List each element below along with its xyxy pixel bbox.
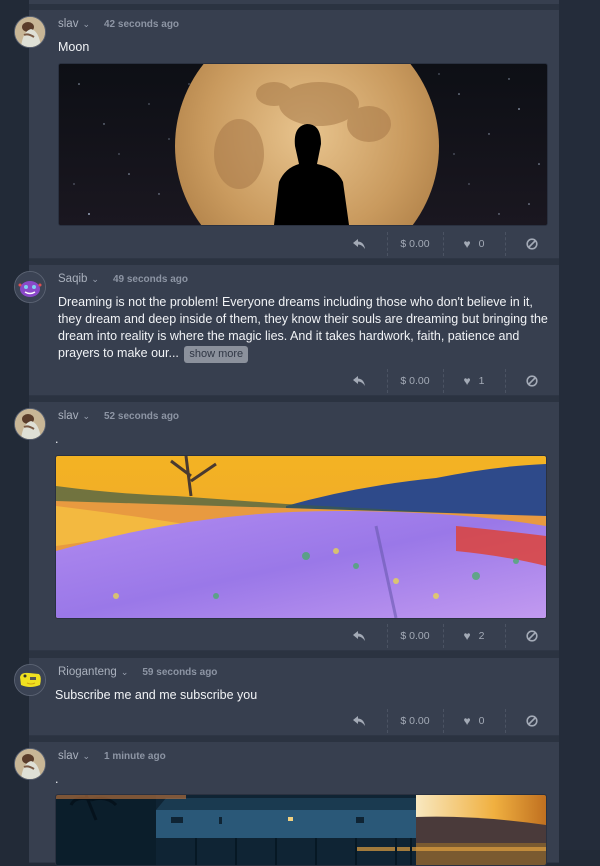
reply-icon xyxy=(353,631,365,641)
avatar[interactable] xyxy=(14,748,46,780)
block-icon xyxy=(526,630,538,642)
right-gutter xyxy=(559,0,600,850)
username-link[interactable]: slav xyxy=(58,750,78,762)
heart-icon: ♥ xyxy=(463,629,471,643)
chevron-down-icon[interactable]: ⌄ xyxy=(82,751,90,762)
chevron-down-icon[interactable]: ⌄ xyxy=(91,274,99,285)
timestamp: 52 seconds ago xyxy=(104,410,180,422)
avatar[interactable] xyxy=(14,271,46,303)
reply-button[interactable] xyxy=(334,707,384,735)
heart-icon: ♥ xyxy=(463,714,471,728)
avatar[interactable] xyxy=(14,16,46,48)
block-button[interactable] xyxy=(505,230,559,258)
reply-icon xyxy=(353,376,365,386)
post-meta: slav ⌄ 42 seconds ago xyxy=(58,18,179,30)
post-meta: Rioganteng ⌄ 59 seconds ago xyxy=(58,666,217,678)
post-text: . xyxy=(55,772,59,786)
post-meta: Saqib ⌄ 49 seconds ago xyxy=(58,273,188,285)
post-item: Rioganteng ⌄ 59 seconds ago Subscribe me… xyxy=(14,658,559,736)
post-text: Dreaming is not the problem! Everyone dr… xyxy=(58,294,548,363)
post-meta: slav ⌄ 52 seconds ago xyxy=(58,410,179,422)
post-item: slav ⌄ 1 minute ago . xyxy=(14,742,559,866)
username-link[interactable]: slav xyxy=(58,18,78,30)
chevron-down-icon[interactable]: ⌄ xyxy=(121,667,129,678)
block-button[interactable] xyxy=(505,707,559,735)
username-link[interactable]: Rioganteng xyxy=(58,666,117,678)
post-text: . xyxy=(55,432,59,446)
post-text: Subscribe me and me subscribe you xyxy=(55,688,258,702)
block-icon xyxy=(526,715,538,727)
timestamp: 59 seconds ago xyxy=(142,666,218,678)
post-actions: $ 0.00 ♥ 0 xyxy=(29,707,559,735)
post-actions: $ 0.00 ♥ 2 xyxy=(29,622,559,650)
reply-button[interactable] xyxy=(334,622,384,650)
heart-icon: ♥ xyxy=(463,237,471,251)
reply-button[interactable] xyxy=(334,230,384,258)
block-button[interactable] xyxy=(505,367,559,395)
like-count: 0 xyxy=(478,238,485,250)
post-image[interactable] xyxy=(58,63,548,226)
timestamp: 42 seconds ago xyxy=(104,18,180,30)
chevron-down-icon[interactable]: ⌄ xyxy=(82,411,90,422)
chevron-down-icon[interactable]: ⌄ xyxy=(82,19,90,30)
reply-button[interactable] xyxy=(334,367,384,395)
previous-post-end xyxy=(29,0,559,4)
post-item: slav ⌄ 52 seconds ago . $ 0.00 ♥ 2 xyxy=(14,402,559,651)
like-count: 1 xyxy=(478,375,485,387)
post-item: Saqib ⌄ 49 seconds ago Dreaming is not t… xyxy=(14,265,559,396)
avatar[interactable] xyxy=(14,408,46,440)
like-count: 0 xyxy=(478,715,485,727)
like-button[interactable]: ♥ 0 xyxy=(443,707,505,735)
like-button[interactable]: ♥ 0 xyxy=(443,230,505,258)
tip-amount[interactable]: $ 0.00 xyxy=(387,367,443,395)
post-actions: $ 0.00 ♥ 1 xyxy=(29,367,559,395)
show-more-button[interactable]: show more xyxy=(184,346,249,363)
tip-amount[interactable]: $ 0.00 xyxy=(387,707,443,735)
username-link[interactable]: Saqib xyxy=(58,273,87,285)
like-count: 2 xyxy=(478,630,485,642)
reply-icon xyxy=(353,716,365,726)
post-image[interactable] xyxy=(55,794,547,866)
post-actions: $ 0.00 ♥ 0 xyxy=(29,230,559,258)
post-meta: slav ⌄ 1 minute ago xyxy=(58,750,166,762)
tip-amount[interactable]: $ 0.00 xyxy=(387,230,443,258)
timestamp: 1 minute ago xyxy=(104,750,166,762)
block-icon xyxy=(526,238,538,250)
reply-icon xyxy=(353,239,365,249)
block-button[interactable] xyxy=(505,622,559,650)
post-text: Moon xyxy=(58,40,90,54)
username-link[interactable]: slav xyxy=(58,410,78,422)
tip-amount[interactable]: $ 0.00 xyxy=(387,622,443,650)
like-button[interactable]: ♥ 2 xyxy=(443,622,505,650)
heart-icon: ♥ xyxy=(463,374,471,388)
like-button[interactable]: ♥ 1 xyxy=(443,367,505,395)
avatar[interactable] xyxy=(14,664,46,696)
timestamp: 49 seconds ago xyxy=(112,273,188,285)
block-icon xyxy=(526,375,538,387)
post-feed: slav ⌄ 42 seconds ago Moon $ 0.00 ♥ 0 Sa… xyxy=(14,0,559,866)
post-item: slav ⌄ 42 seconds ago Moon $ 0.00 ♥ 0 xyxy=(14,10,559,259)
post-text-content: Dreaming is not the problem! Everyone dr… xyxy=(58,295,548,360)
post-image[interactable] xyxy=(55,455,547,619)
